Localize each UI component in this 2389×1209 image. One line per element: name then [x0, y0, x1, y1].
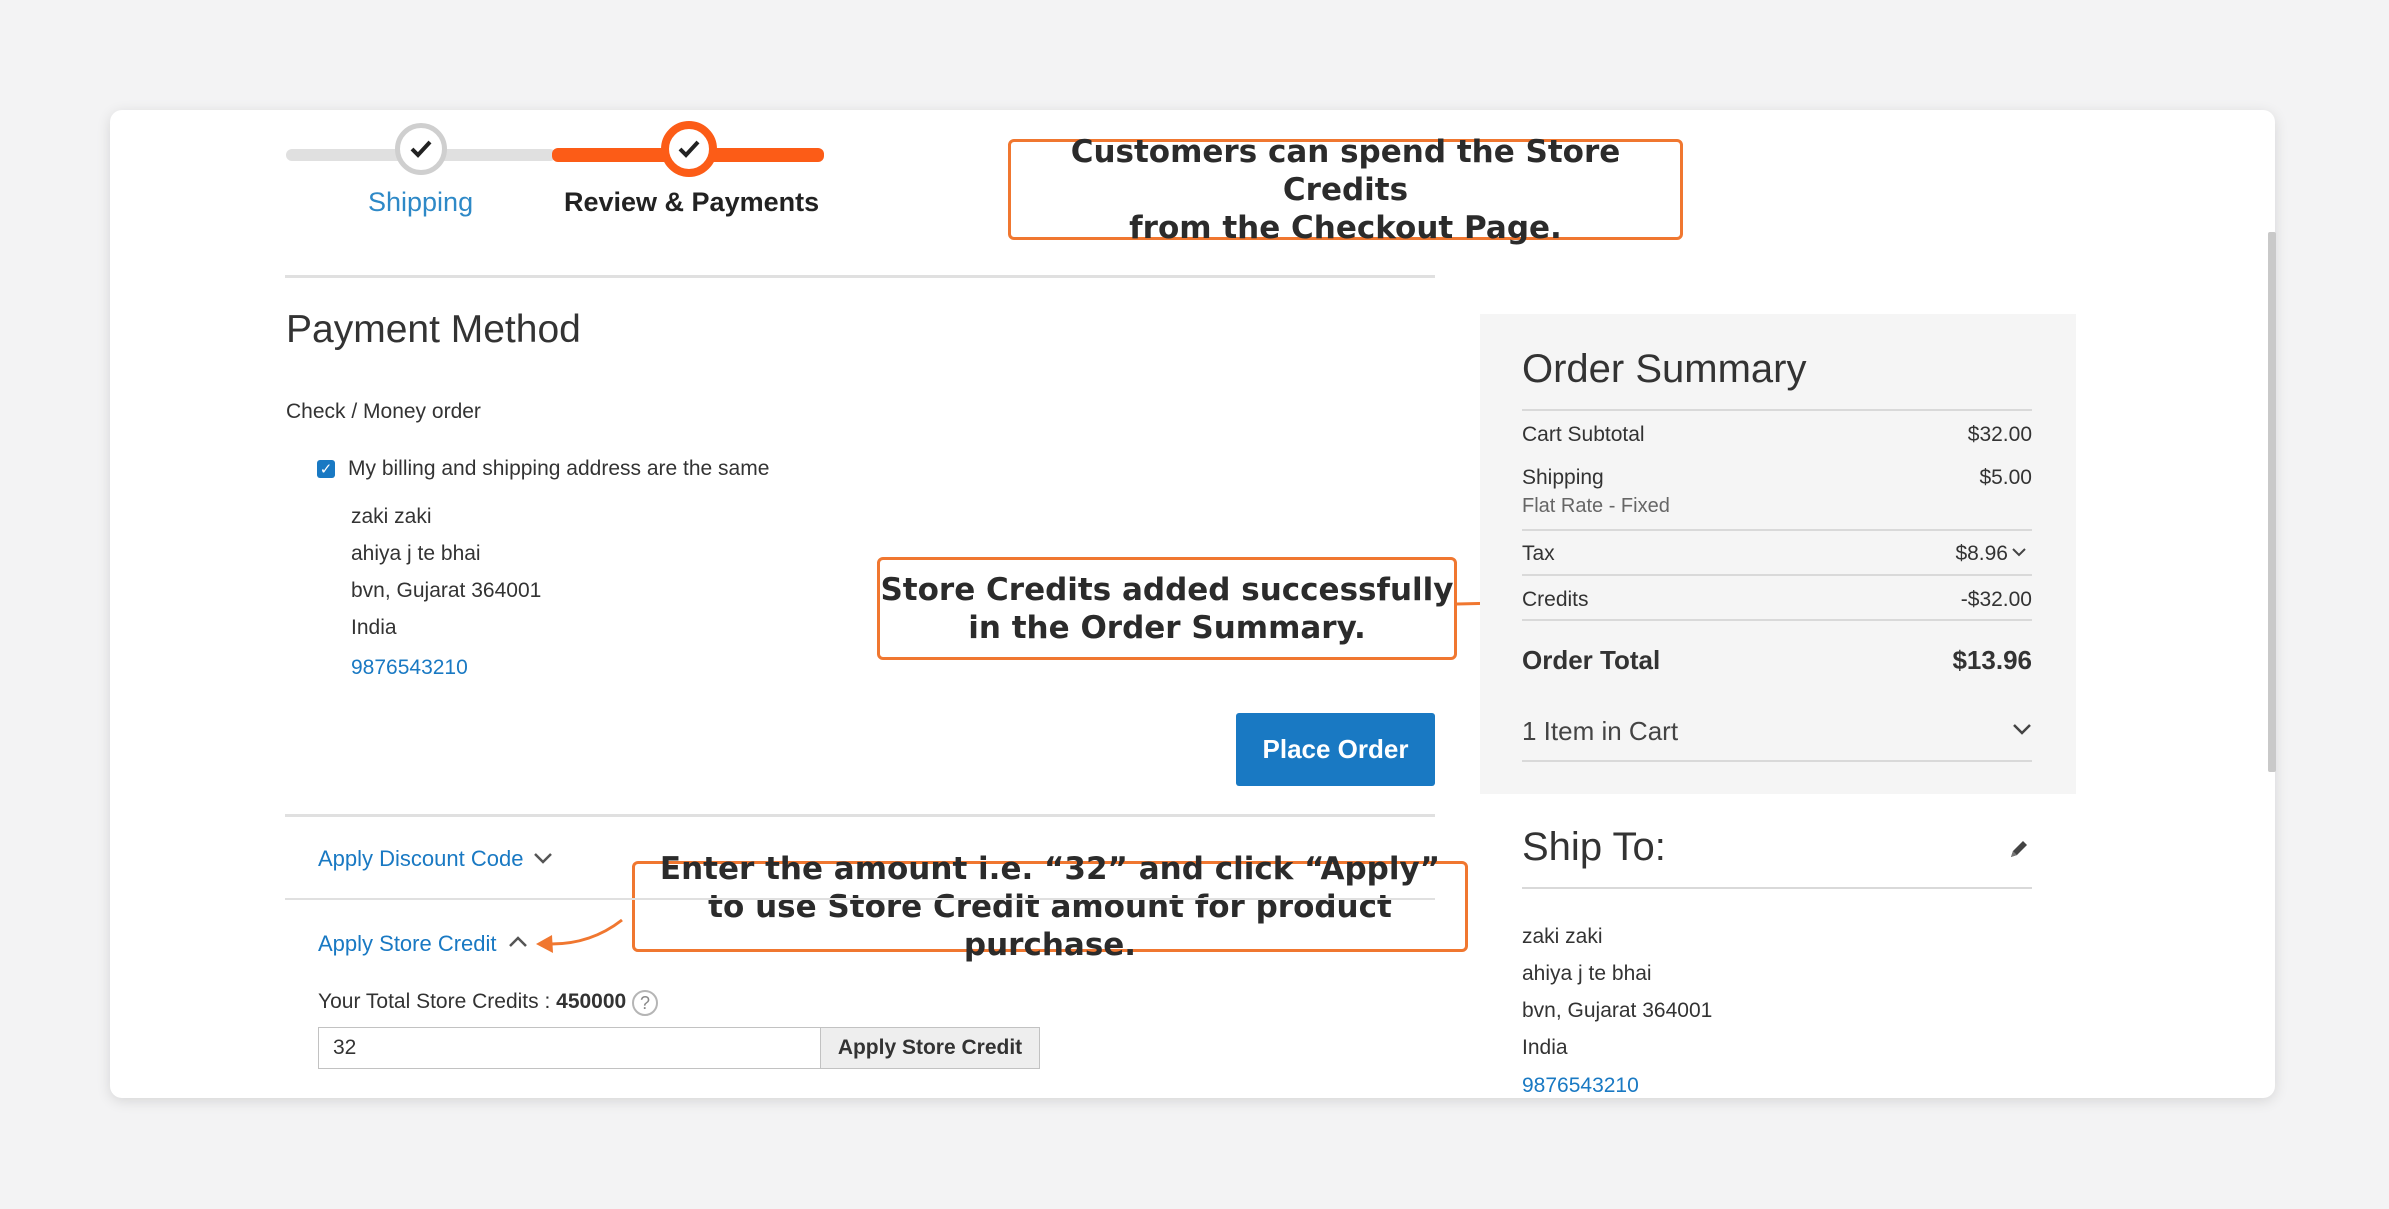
divider [1522, 760, 2032, 762]
billing-country: India [351, 616, 397, 639]
tax-label: Tax [1522, 542, 1555, 565]
store-credit-amount-input[interactable] [318, 1027, 821, 1069]
store-credit-total-value: 450000 [556, 990, 627, 1013]
apply-store-credit-toggle[interactable]: Apply Store Credit [318, 931, 497, 957]
billing-city: bvn, Gujarat 364001 [351, 579, 542, 602]
subtotal-label: Cart Subtotal [1522, 423, 1645, 446]
billing-name: zaki zaki [351, 505, 432, 528]
apply-store-credit-button[interactable]: Apply Store Credit [820, 1027, 1040, 1069]
ship-phone-link[interactable]: 9876543210 [1522, 1074, 1639, 1098]
ship-city: bvn, Gujarat 364001 [1522, 999, 1713, 1022]
billing-street: ahiya j te bhai [351, 542, 481, 565]
payment-method-title: Payment Method [286, 308, 581, 351]
chevron-down-icon[interactable] [2011, 546, 2027, 558]
help-icon[interactable]: ? [632, 990, 658, 1016]
ship-to-title: Ship To: [1522, 825, 1666, 869]
chevron-down-icon[interactable] [2012, 722, 2032, 736]
divider [285, 814, 1435, 817]
place-order-button[interactable]: Place Order [1236, 713, 1435, 786]
store-credit-total: Your Total Store Credits : 450000 [318, 990, 626, 1014]
divider [285, 275, 1435, 278]
tax-value[interactable]: $8.96 [1955, 542, 2008, 566]
ship-street: ahiya j te bhai [1522, 962, 1652, 985]
arrow-head [536, 935, 553, 953]
items-in-cart-toggle[interactable]: 1 Item in Cart [1522, 716, 1678, 747]
shipping-value: $5.00 [1979, 466, 2032, 489]
credits-label: Credits [1522, 588, 1589, 611]
divider [1522, 619, 2032, 621]
apply-discount-toggle[interactable]: Apply Discount Code [318, 846, 523, 872]
chevron-up-icon[interactable] [508, 935, 528, 949]
chevron-down-icon[interactable] [533, 851, 553, 865]
divider [285, 898, 1435, 900]
same-address-checkbox[interactable]: ✓ [317, 460, 335, 478]
pencil-icon[interactable] [2008, 838, 2030, 860]
order-total-label: Order Total [1522, 645, 1661, 675]
arrow-to-store-credit [547, 918, 623, 946]
divider [1522, 409, 2032, 411]
ship-name: zaki zaki [1522, 925, 1603, 948]
store-credit-total-label: Your Total Store Credits : [318, 990, 557, 1013]
ship-country: India [1522, 1036, 1568, 1059]
payment-method-name: Check / Money order [286, 400, 481, 423]
order-total-value: $13.96 [1952, 645, 2032, 675]
subtotal-value: $32.00 [1967, 423, 2032, 446]
divider [1522, 574, 2032, 576]
divider [1522, 887, 2032, 889]
divider [1522, 529, 2032, 531]
order-summary-title: Order Summary [1522, 347, 1807, 391]
billing-phone-link[interactable]: 9876543210 [351, 656, 468, 680]
shipping-label: Shipping [1522, 466, 1604, 489]
shipping-method: Flat Rate - Fixed [1522, 495, 1670, 517]
credits-value: -$32.00 [1960, 588, 2032, 611]
same-address-label[interactable]: My billing and shipping address are the … [348, 457, 769, 481]
